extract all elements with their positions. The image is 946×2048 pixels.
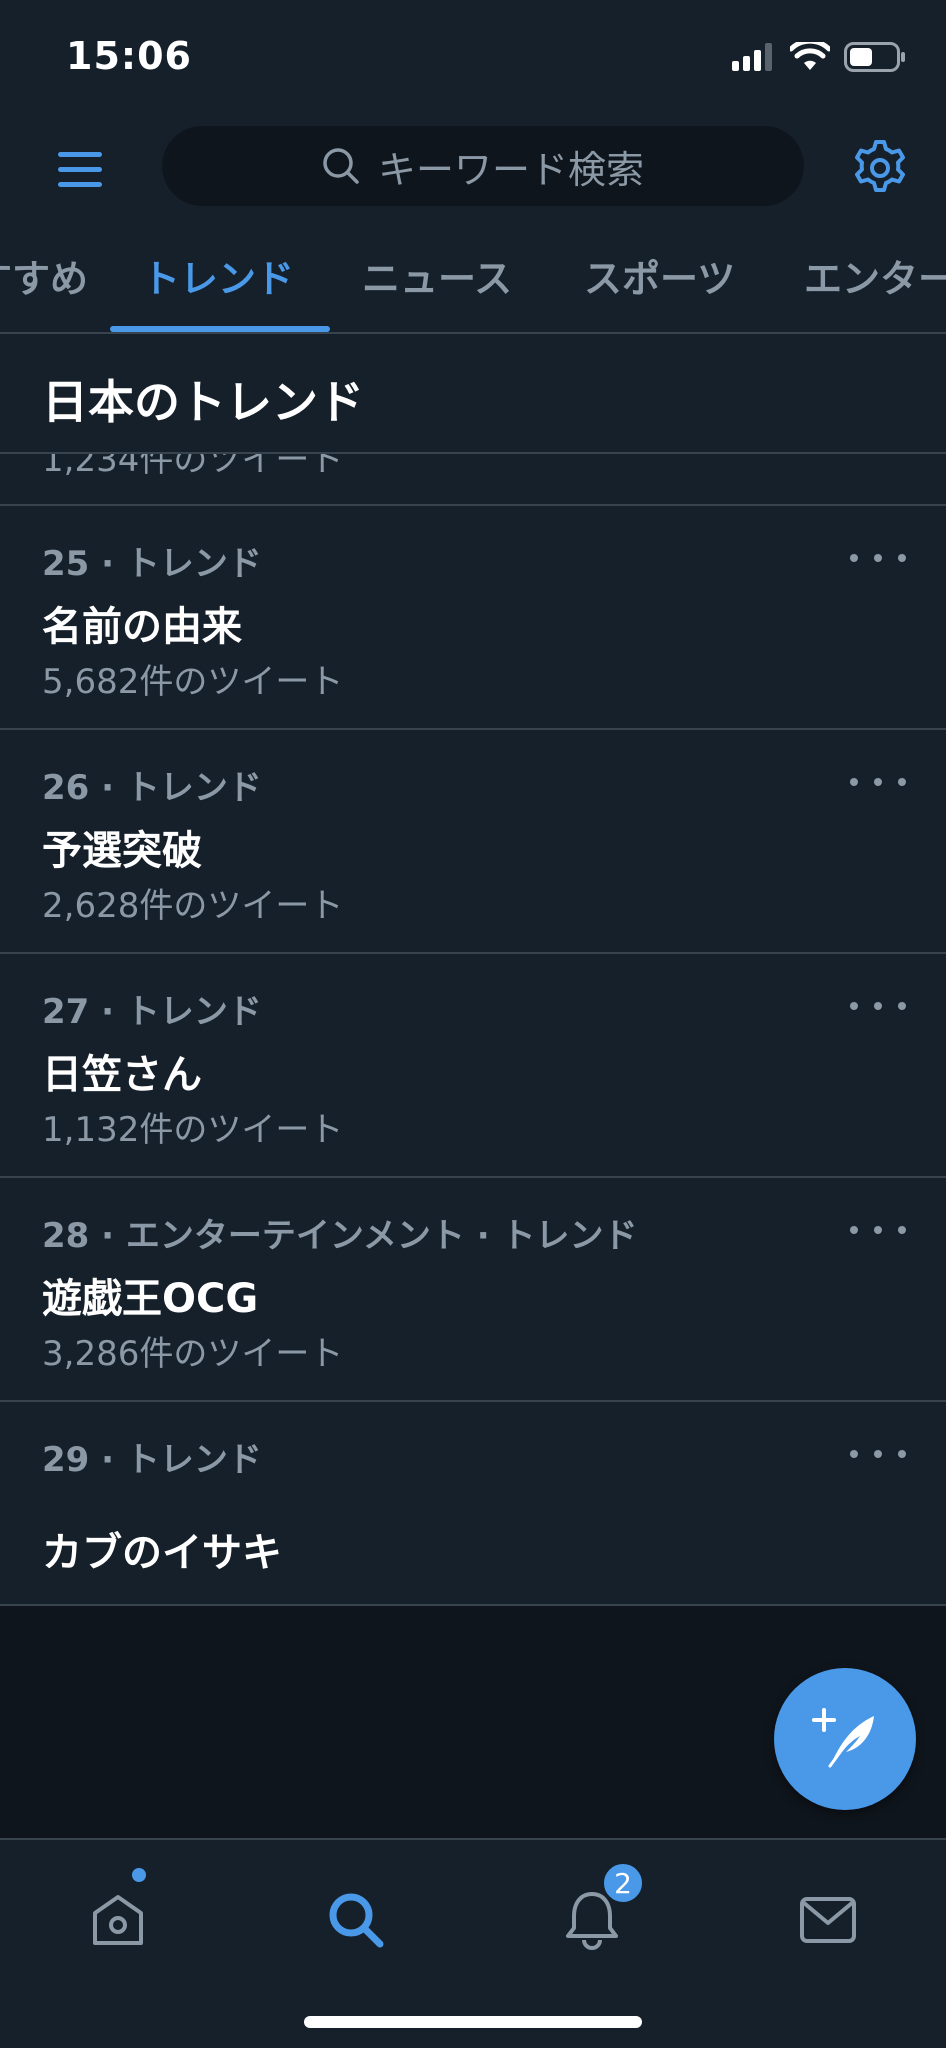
trend-item-partial[interactable]: 1,234件のツイート [0,454,946,506]
more-horizontal-icon[interactable] [850,992,906,1020]
gear-icon[interactable] [850,138,910,198]
home-unread-dot [132,1868,146,1882]
menu-button[interactable] [52,142,108,198]
search-icon [323,148,359,184]
trend-item[interactable]: 27 · トレンド 日笠さん 1,132件のツイート [0,954,946,1178]
trend-name: カブのイサキ [42,1530,282,1576]
tab-recommended[interactable]: おすすめ [0,248,88,303]
trend-item[interactable]: 28 · エンターテインメント · トレンド 遊戯王OCG 3,286件のツイー… [0,1178,946,1402]
tab-news[interactable]: ニュース [362,248,512,303]
trend-item[interactable]: 26 · トレンド 予選突破 2,628件のツイート [0,730,946,954]
home-indicator [304,2016,642,2028]
wifi-icon [790,42,830,70]
app-root: 15:06 キーワード検索 すめ トレンド ニュース スポーツ エンタ 日本のト… [0,0,946,2048]
search-placeholder: キーワード検索 [377,147,644,192]
trend-name: 名前の由来 [42,604,242,650]
category-tabs: おすすめ トレンド ニュース スポーツ エンターテインメント [0,228,946,334]
trend-meta: 26 · トレンド [42,768,262,808]
nav-messages[interactable] [788,1880,868,1960]
trend-name: 日笠さん [42,1052,202,1098]
mail-icon [800,1897,856,1943]
trend-item[interactable]: 29 · トレンド カブのイサキ [0,1402,946,1606]
status-icons [732,42,906,72]
trend-tweet-count: 1,234件のツイート [42,454,344,480]
top-header: キーワード検索 [0,110,946,228]
signal-icon [732,43,772,71]
nav-home[interactable] [78,1880,158,1960]
status-time: 15:06 [66,34,192,78]
trend-name: 遊戯王OCG [42,1276,259,1322]
compose-tweet-button[interactable] [774,1668,916,1810]
active-tab-indicator [110,326,330,332]
trend-tweet-count: 2,628件のツイート [42,886,344,926]
home-icon [93,1895,143,1945]
hamburger-icon [58,152,102,187]
more-horizontal-icon[interactable] [850,768,906,796]
trend-meta: 25 · トレンド [42,544,262,584]
trend-tweet-count: 5,682件のツイート [42,662,344,702]
status-bar: 15:06 [0,0,946,110]
trend-name: 予選突破 [42,828,202,874]
trend-meta: 29 · トレンド [42,1440,262,1480]
search-icon [329,1893,384,1948]
more-horizontal-icon[interactable] [850,1216,906,1244]
nav-explore[interactable] [316,1880,396,1960]
tab-trends[interactable]: トレンド [142,248,294,303]
trend-tweet-count: 3,286件のツイート [42,1334,344,1374]
compose-feather-icon [812,1708,874,1768]
tab-entertainment[interactable]: エンターテインメント [804,248,946,303]
trend-meta: 27 · トレンド [42,992,262,1032]
bottom-nav: 2 [0,1838,946,2048]
more-horizontal-icon[interactable] [850,544,906,572]
battery-icon [844,42,905,72]
section-title: 日本のトレンド [42,375,364,429]
search-input[interactable]: キーワード検索 [162,126,804,206]
tab-sports[interactable]: スポーツ [584,248,735,303]
trend-item[interactable]: 25 · トレンド 名前の由来 5,682件のツイート [0,506,946,730]
section-header: 日本のトレンド [0,336,946,454]
trend-meta: 28 · エンターテインメント · トレンド [42,1216,638,1256]
more-horizontal-icon[interactable] [850,1440,906,1468]
trend-tweet-count: 1,132件のツイート [42,1110,344,1150]
notifications-badge: 2 [602,1862,644,1904]
